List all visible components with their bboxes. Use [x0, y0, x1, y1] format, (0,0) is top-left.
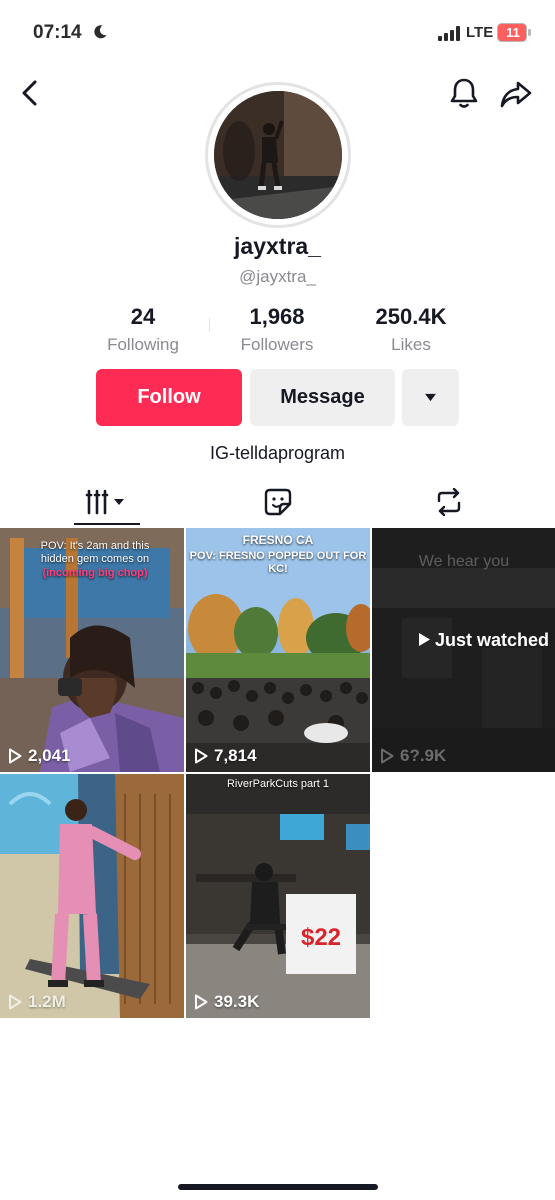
- view-count-value: 39.3K: [214, 992, 260, 1011]
- view-count-value: 7,814: [214, 746, 257, 765]
- back-button[interactable]: [14, 76, 48, 110]
- video-tile[interactable]: RiverParkCuts part 1 $22 39.3K: [186, 774, 370, 1018]
- video-caption-title: RiverParkCuts part 1: [226, 778, 330, 790]
- stat-value: 24: [130, 304, 156, 329]
- grid-icon: [85, 489, 124, 515]
- suggested-accounts-button[interactable]: [402, 369, 459, 426]
- stat-label: Followers: [240, 335, 314, 354]
- active-tab-indicator: [74, 523, 140, 525]
- video-caption-title: FRESNO CA: [242, 533, 314, 547]
- video-thumbnail: [0, 774, 184, 1018]
- video-caption-highlight: (incoming big chop): [42, 567, 148, 579]
- avatar[interactable]: [214, 91, 342, 219]
- tab-favorites[interactable]: [185, 478, 370, 526]
- just-watched-text: Just watched: [435, 630, 550, 650]
- play-icon: [9, 994, 22, 1010]
- sticker-icon: [264, 488, 291, 516]
- network-type: LTE: [466, 24, 494, 41]
- stat-following[interactable]: 24 Following: [78, 304, 208, 355]
- bio-text: IG-telldaprogram: [209, 443, 346, 463]
- stat-value: 250.4K: [375, 304, 447, 329]
- video-tile[interactable]: POV: It's 2am and this hidden gem comes …: [0, 528, 184, 772]
- play-icon: [9, 748, 22, 764]
- video-caption: We hear you: [418, 553, 510, 570]
- notifications-button[interactable]: [446, 75, 482, 111]
- tab-videos[interactable]: [14, 478, 199, 526]
- video-tile[interactable]: FRESNO CA POV: FRESNO POPPED OUT FOR KC!…: [186, 528, 370, 772]
- view-count-value: 1.2M: [28, 992, 66, 1011]
- stat-divider: [209, 318, 210, 332]
- stat-likes[interactable]: 250.4K Likes: [346, 304, 476, 355]
- play-icon: [195, 994, 208, 1010]
- view-count: 6?.9K: [380, 746, 446, 766]
- view-count-value: 2,041: [28, 746, 71, 765]
- follow-button[interactable]: Follow: [96, 369, 242, 426]
- caption-line: hidden gem comes on: [40, 553, 150, 565]
- video-caption: POV: It's 2am and this hidden gem comes …: [20, 540, 170, 566]
- caret-down-icon: [425, 393, 436, 402]
- share-button[interactable]: [498, 76, 534, 112]
- home-indicator[interactable]: [178, 1184, 378, 1190]
- avatar-photo: [214, 91, 342, 219]
- caption-line: POV: It's 2am and this: [40, 540, 150, 552]
- stat-label: Following: [107, 335, 179, 354]
- view-count: 1.2M: [8, 992, 66, 1012]
- just-watched-label: Just watched: [418, 630, 549, 651]
- username-handle: @jayxtra_: [239, 267, 316, 286]
- status-bar: 07:14 LTE 11: [0, 0, 555, 66]
- view-count: 7,814: [194, 746, 257, 766]
- view-count: 2,041: [8, 746, 71, 766]
- video-tile[interactable]: 1.2M: [0, 774, 184, 1018]
- tab-reposts[interactable]: [356, 478, 541, 526]
- stat-value: 1,968: [249, 304, 305, 329]
- stat-label: Likes: [391, 335, 431, 354]
- message-button[interactable]: Message: [250, 369, 395, 426]
- repost-icon: [437, 488, 460, 516]
- share-arrow-icon: [500, 81, 532, 108]
- status-time: 07:14: [33, 22, 82, 43]
- moon-icon: [94, 25, 107, 39]
- view-count: 39.3K: [194, 992, 259, 1012]
- video-caption: POV: FRESNO POPPED OUT FOR KC!: [189, 550, 367, 575]
- play-icon: [419, 633, 430, 646]
- price-sign: $22: [300, 924, 342, 951]
- stat-followers[interactable]: 1,968 Followers: [212, 304, 342, 355]
- chevron-left-icon: [22, 80, 37, 106]
- play-icon: [381, 748, 394, 764]
- view-count-value: 6?.9K: [400, 746, 447, 765]
- battery-level: 11: [506, 25, 520, 40]
- play-icon: [195, 748, 208, 764]
- video-tile[interactable]: We hear you Just watched 6?.9K: [372, 528, 555, 772]
- bell-icon: [450, 78, 478, 108]
- video-thumbnail: [186, 774, 370, 1018]
- signal-icon: [438, 26, 460, 41]
- display-name: jayxtra_: [234, 233, 321, 259]
